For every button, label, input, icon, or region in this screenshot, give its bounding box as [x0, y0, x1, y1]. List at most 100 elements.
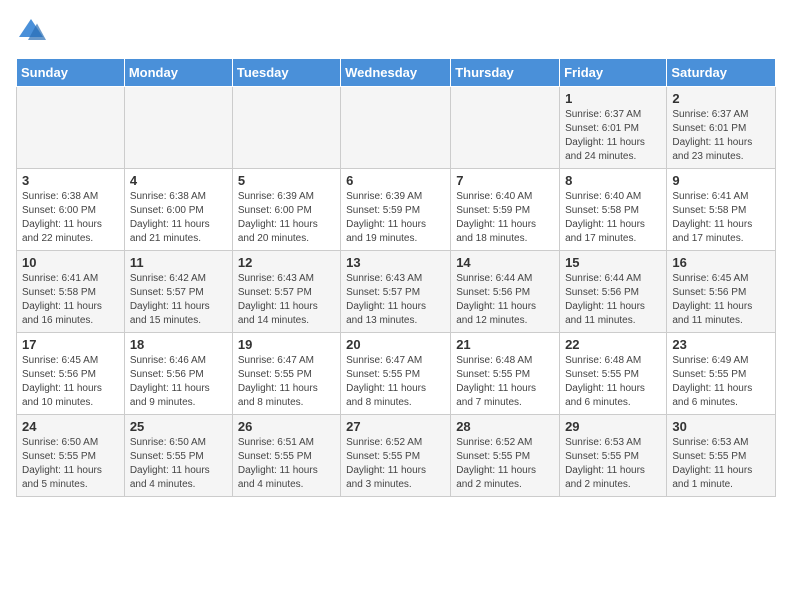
day-number: 1 [565, 91, 661, 106]
day-number: 24 [22, 419, 119, 434]
calendar-cell: 16 Sunrise: 6:45 AM Sunset: 5:56 PM Dayli… [667, 251, 776, 333]
day-number: 18 [130, 337, 227, 352]
day-info: Sunrise: 6:44 AM Sunset: 5:56 PM Dayligh… [456, 272, 554, 328]
day-number: 17 [22, 337, 119, 352]
calendar-cell: 8 Sunrise: 6:40 AM Sunset: 5:58 PM Daylig… [560, 169, 667, 251]
calendar-cell: 21 Sunrise: 6:48 AM Sunset: 5:55 PM Dayli… [451, 333, 560, 415]
calendar-cell: 20 Sunrise: 6:47 AM Sunset: 5:55 PM Dayli… [341, 333, 451, 415]
calendar-cell: 9 Sunrise: 6:41 AM Sunset: 5:58 PM Daylig… [667, 169, 776, 251]
calendar-cell: 25 Sunrise: 6:50 AM Sunset: 5:55 PM Dayli… [124, 415, 232, 497]
calendar-table: SundayMondayTuesdayWednesdayThursdayFrid… [16, 58, 776, 497]
calendar-cell [232, 87, 340, 169]
day-number: 16 [672, 255, 770, 270]
day-info: Sunrise: 6:43 AM Sunset: 5:57 PM Dayligh… [238, 272, 335, 328]
calendar-cell: 2 Sunrise: 6:37 AM Sunset: 6:01 PM Daylig… [667, 87, 776, 169]
day-info: Sunrise: 6:39 AM Sunset: 6:00 PM Dayligh… [238, 190, 335, 246]
calendar-cell: 6 Sunrise: 6:39 AM Sunset: 5:59 PM Daylig… [341, 169, 451, 251]
day-number: 10 [22, 255, 119, 270]
day-number: 3 [22, 173, 119, 188]
day-number: 4 [130, 173, 227, 188]
calendar-cell: 24Sunrise: 6:50 AM Sunset: 5:55 PM Dayli… [17, 415, 125, 497]
calendar-header-tuesday: Tuesday [232, 59, 340, 87]
day-info: Sunrise: 6:51 AM Sunset: 5:55 PM Dayligh… [238, 436, 335, 492]
day-info: Sunrise: 6:48 AM Sunset: 5:55 PM Dayligh… [565, 354, 661, 410]
day-number: 22 [565, 337, 661, 352]
calendar-cell: 29 Sunrise: 6:53 AM Sunset: 5:55 PM Dayli… [560, 415, 667, 497]
calendar-header-sunday: Sunday [17, 59, 125, 87]
day-info: Sunrise: 6:41 AM Sunset: 5:58 PM Dayligh… [22, 272, 119, 328]
calendar-cell: 5 Sunrise: 6:39 AM Sunset: 6:00 PM Daylig… [232, 169, 340, 251]
calendar-cell: 10 Sunrise: 6:41 AM Sunset: 5:58 PM Dayli… [17, 251, 125, 333]
day-number: 23 [672, 337, 770, 352]
day-number: 29 [565, 419, 661, 434]
calendar-cell: 15 Sunrise: 6:44 AM Sunset: 5:56 PM Dayli… [560, 251, 667, 333]
day-info: Sunrise: 6:53 AM Sunset: 5:55 PM Dayligh… [565, 436, 661, 492]
day-number: 6 [346, 173, 445, 188]
day-number: 13 [346, 255, 445, 270]
calendar-week-row: 1 Sunrise: 6:37 AM Sunset: 6:01 PM Daylig… [17, 87, 776, 169]
day-info: Sunrise: 6:46 AM Sunset: 5:56 PM Dayligh… [130, 354, 227, 410]
day-info: Sunrise: 6:38 AM Sunset: 6:00 PM Dayligh… [22, 190, 119, 246]
day-number: 5 [238, 173, 335, 188]
calendar-cell: 28 Sunrise: 6:52 AM Sunset: 5:55 PM Dayli… [451, 415, 560, 497]
day-info: Sunrise: 6:39 AM Sunset: 5:59 PM Dayligh… [346, 190, 445, 246]
day-info: Sunrise: 6:48 AM Sunset: 5:55 PM Dayligh… [456, 354, 554, 410]
calendar-cell: 27Sunrise: 6:52 AM Sunset: 5:55 PM Dayli… [341, 415, 451, 497]
day-number: 20 [346, 337, 445, 352]
calendar-cell [341, 87, 451, 169]
day-number: 14 [456, 255, 554, 270]
calendar-header-friday: Friday [560, 59, 667, 87]
logo [16, 16, 50, 46]
calendar-cell: 22 Sunrise: 6:48 AM Sunset: 5:55 PM Dayli… [560, 333, 667, 415]
day-info: Sunrise: 6:45 AM Sunset: 5:56 PM Dayligh… [672, 272, 770, 328]
day-info: Sunrise: 6:47 AM Sunset: 5:55 PM Dayligh… [346, 354, 445, 410]
day-number: 27 [346, 419, 445, 434]
calendar-week-row: 17 Sunrise: 6:45 AM Sunset: 5:56 PM Dayli… [17, 333, 776, 415]
calendar-cell: 14 Sunrise: 6:44 AM Sunset: 5:56 PM Dayli… [451, 251, 560, 333]
day-info: Sunrise: 6:42 AM Sunset: 5:57 PM Dayligh… [130, 272, 227, 328]
calendar-week-row: 24 Sunrise: 6:50 AM Sunset: 5:55 PM Dayli… [17, 415, 776, 497]
day-info: Sunrise: 6:40 AM Sunset: 5:59 PM Dayligh… [456, 190, 554, 246]
calendar-cell: 17 Sunrise: 6:45 AM Sunset: 5:56 PM Dayli… [17, 333, 125, 415]
day-info: Sunrise: 6:38 AM Sunset: 6:00 PM Dayligh… [130, 190, 227, 246]
calendar-cell: 23Sunrise: 6:49 AM Sunset: 5:55 PM Dayli… [667, 333, 776, 415]
day-info: Sunrise: 6:45 AM Sunset: 5:56 PM Dayligh… [22, 354, 119, 410]
calendar-cell: 1Sunrise: 6:37 AM Sunset: 6:01 PM Daylig… [560, 87, 667, 169]
calendar-cell: 19 Sunrise: 6:47 AM Sunset: 5:55 PM Dayli… [232, 333, 340, 415]
calendar-cell: 30 Sunrise: 6:53 AM Sunset: 5:55 PM Dayli… [667, 415, 776, 497]
calendar-cell [451, 87, 560, 169]
calendar-week-row: 10 Sunrise: 6:41 AM Sunset: 5:58 PM Dayli… [17, 251, 776, 333]
day-info: Sunrise: 6:44 AM Sunset: 5:56 PM Dayligh… [565, 272, 661, 328]
calendar-header-thursday: Thursday [451, 59, 560, 87]
day-number: 11 [130, 255, 227, 270]
page-header [16, 16, 776, 46]
day-number: 30 [672, 419, 770, 434]
day-number: 15 [565, 255, 661, 270]
day-number: 19 [238, 337, 335, 352]
day-number: 8 [565, 173, 661, 188]
day-number: 26 [238, 419, 335, 434]
calendar-header-saturday: Saturday [667, 59, 776, 87]
day-number: 2 [672, 91, 770, 106]
day-info: Sunrise: 6:53 AM Sunset: 5:55 PM Dayligh… [672, 436, 770, 492]
day-info: Sunrise: 6:37 AM Sunset: 6:01 PM Dayligh… [672, 108, 770, 164]
day-number: 25 [130, 419, 227, 434]
calendar-header-monday: Monday [124, 59, 232, 87]
day-info: Sunrise: 6:52 AM Sunset: 5:55 PM Dayligh… [456, 436, 554, 492]
day-number: 28 [456, 419, 554, 434]
calendar-cell [17, 87, 125, 169]
day-info: Sunrise: 6:47 AM Sunset: 5:55 PM Dayligh… [238, 354, 335, 410]
calendar-cell: 26 Sunrise: 6:51 AM Sunset: 5:55 PM Dayli… [232, 415, 340, 497]
day-info: Sunrise: 6:40 AM Sunset: 5:58 PM Dayligh… [565, 190, 661, 246]
calendar-header-row: SundayMondayTuesdayWednesdayThursdayFrid… [17, 59, 776, 87]
day-info: Sunrise: 6:50 AM Sunset: 5:55 PM Dayligh… [130, 436, 227, 492]
calendar-cell [124, 87, 232, 169]
calendar-cell: 12Sunrise: 6:43 AM Sunset: 5:57 PM Dayli… [232, 251, 340, 333]
calendar-cell: 4 Sunrise: 6:38 AM Sunset: 6:00 PM Daylig… [124, 169, 232, 251]
calendar-cell: 13Sunrise: 6:43 AM Sunset: 5:57 PM Dayli… [341, 251, 451, 333]
calendar-cell: 7Sunrise: 6:40 AM Sunset: 5:59 PM Daylig… [451, 169, 560, 251]
day-number: 9 [672, 173, 770, 188]
day-info: Sunrise: 6:41 AM Sunset: 5:58 PM Dayligh… [672, 190, 770, 246]
day-number: 21 [456, 337, 554, 352]
logo-icon [16, 16, 46, 46]
